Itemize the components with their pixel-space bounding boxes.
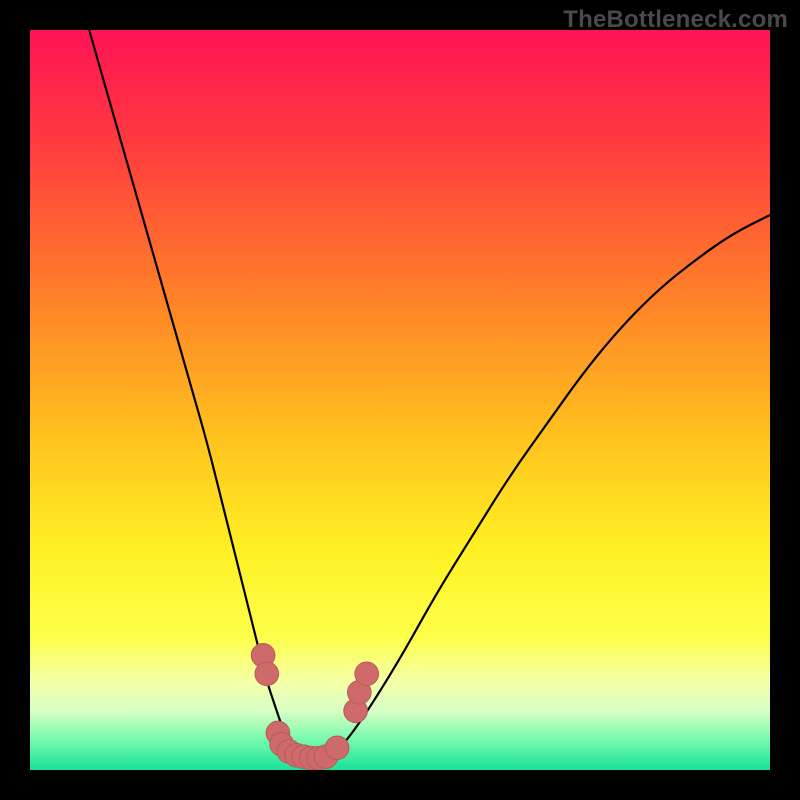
marker-point — [325, 736, 349, 760]
marker-point — [255, 662, 279, 686]
marker-point — [355, 662, 379, 686]
chart-frame: TheBottleneck.com — [0, 0, 800, 800]
bottleneck-chart — [30, 30, 770, 770]
plot-area — [30, 30, 770, 770]
